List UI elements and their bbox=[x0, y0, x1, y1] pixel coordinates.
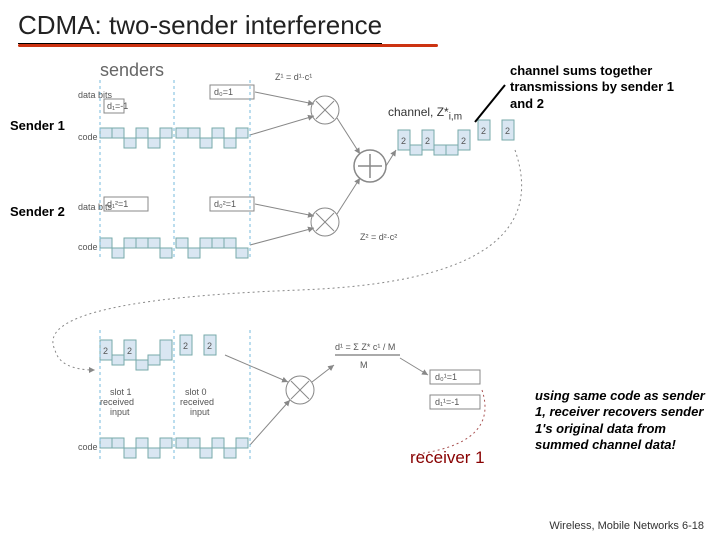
slide-footer: Wireless, Mobile Networks 6-18 bbox=[549, 520, 704, 532]
cdma-diagram: data bits d₀=1 d₁=-1 code Z¹ = d¹·c¹ dat… bbox=[0, 50, 720, 510]
receiver-d0-label: d₀¹=1 bbox=[435, 372, 457, 382]
slot1-label: slot 1 bbox=[110, 387, 132, 397]
svg-text:2: 2 bbox=[207, 341, 212, 351]
sender1-z-label: Z¹ = d¹·c¹ bbox=[275, 72, 312, 82]
sender1-d1-label: d₁=-1 bbox=[107, 101, 128, 111]
svg-text:2: 2 bbox=[425, 136, 430, 146]
slot0-label: slot 0 bbox=[185, 387, 207, 397]
slide-title: CDMA: two-sender interference bbox=[18, 10, 382, 44]
sender2-d1-label: d₁²=1 bbox=[107, 199, 128, 209]
svg-text:2: 2 bbox=[401, 136, 406, 146]
svg-text:2: 2 bbox=[481, 126, 486, 136]
sender2-z-label: Z² = d²·c² bbox=[360, 232, 397, 242]
svg-text:received: received bbox=[100, 397, 134, 407]
sender2-code-label: code bbox=[78, 242, 98, 252]
receiver-d1-label: d₁¹=-1 bbox=[435, 397, 459, 407]
svg-text:2: 2 bbox=[127, 346, 132, 356]
svg-text:2: 2 bbox=[461, 136, 466, 146]
receiver-formula: d¹ = Σ Z* c¹ / M bbox=[335, 342, 395, 352]
svg-text:input: input bbox=[110, 407, 130, 417]
sender1-d0-label: d₀=1 bbox=[214, 87, 233, 97]
svg-text:input: input bbox=[190, 407, 210, 417]
sender2-d0-label: d₀²=1 bbox=[214, 199, 236, 209]
svg-text:2: 2 bbox=[505, 126, 510, 136]
title-underline bbox=[18, 44, 438, 47]
receiver-input-wave: 2 2 2 2 bbox=[100, 335, 216, 370]
svg-text:2: 2 bbox=[103, 346, 108, 356]
svg-text:2: 2 bbox=[183, 341, 188, 351]
receiver-code-label: code bbox=[78, 442, 98, 452]
svg-text:M: M bbox=[360, 360, 368, 370]
channel-output-wave: 2 2 2 2 2 bbox=[398, 120, 514, 155]
sender1-code-label: code bbox=[78, 132, 98, 142]
svg-text:received: received bbox=[180, 397, 214, 407]
